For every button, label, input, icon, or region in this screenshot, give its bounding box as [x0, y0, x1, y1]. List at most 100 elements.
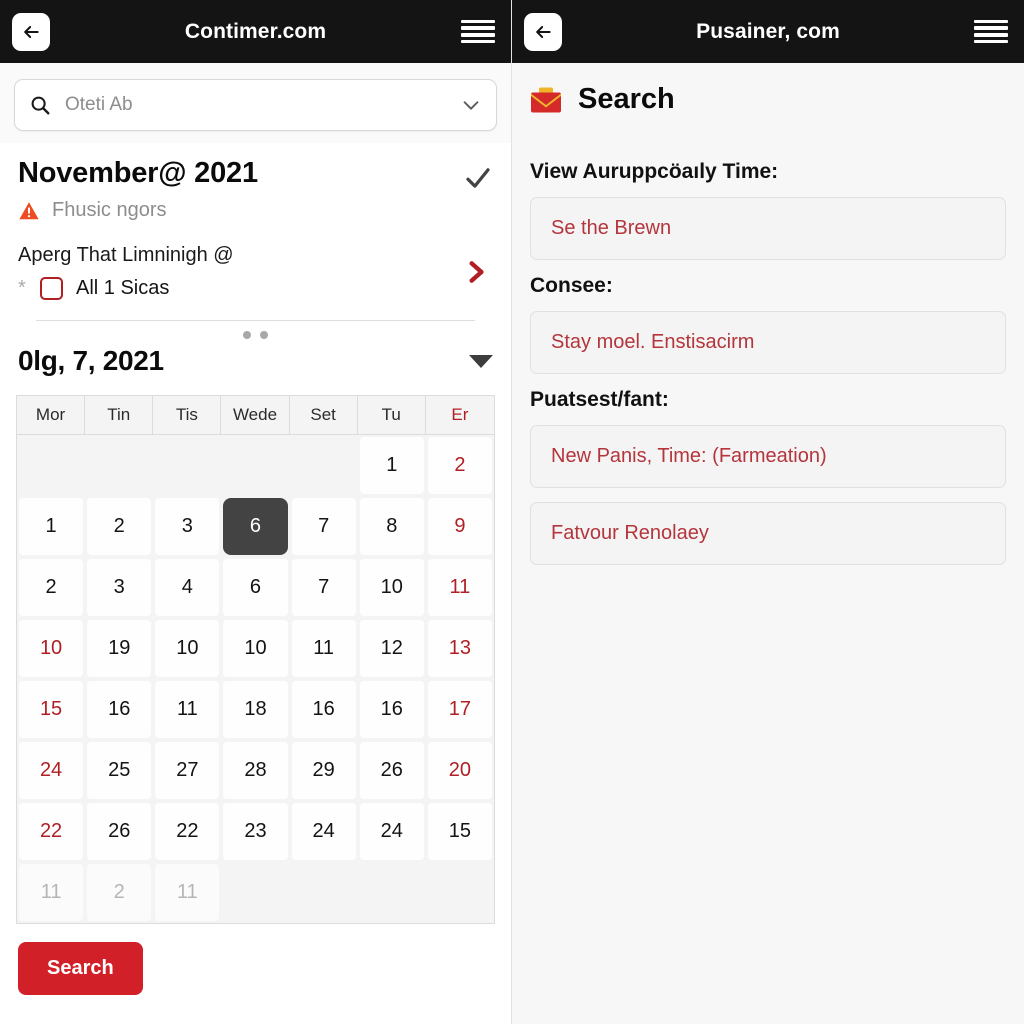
field-value-3[interactable]: Fatvour Renolaey [530, 502, 1006, 565]
calendar-day-cell[interactable]: 11 [291, 620, 356, 677]
sub-line: Aperg That Limninigh @ [18, 244, 234, 266]
arrow-left-icon [24, 25, 39, 38]
hamburger-menu-icon[interactable] [461, 19, 495, 44]
calendar-day-cell[interactable]: 27 [155, 742, 220, 799]
calendar-day-cell[interactable]: 2 [19, 559, 84, 616]
search-button-container: Search [0, 924, 511, 995]
calendar-day-cell[interactable]: 6 [223, 559, 288, 616]
calendar-day-cell[interactable]: 11 [155, 864, 220, 921]
calendar-day-cell[interactable]: 2 [87, 498, 152, 555]
chevron-down-icon[interactable] [460, 94, 482, 116]
calendar-day-cell[interactable]: 6 [223, 498, 288, 555]
right-topbar: Pusainer, com [512, 0, 1024, 63]
date-header-row[interactable]: 0lg, 7, 2021 [0, 341, 511, 377]
calendar-day-cell[interactable]: 26 [87, 803, 152, 860]
chevron-right-icon[interactable] [463, 259, 489, 285]
field-value-2[interactable]: New Panis, Time: (Farmeation) [530, 425, 1006, 488]
left-page-title: Contimer.com [184, 19, 327, 43]
left-panel: Contimer.com Oteti Ab November@ 2021 Fhu… [0, 0, 512, 1024]
calendar-day-cell[interactable]: 24 [359, 803, 424, 860]
calendar-weekday-4: Set [289, 396, 358, 435]
checkmark-icon[interactable] [463, 163, 493, 193]
warning-text: Fhusic ngors [52, 199, 167, 221]
field-label-0: View Auruppcöaıly Time: [530, 160, 779, 183]
calendar-day-cell[interactable]: 10 [19, 620, 84, 677]
sub-block[interactable]: Aperg That Limninigh @ * All 1 Sicas [18, 244, 493, 300]
calendar-day-cell[interactable]: 1 [359, 437, 424, 494]
calendar-day-cell[interactable]: 28 [223, 742, 288, 799]
envelope-icon [531, 87, 561, 112]
calendar-cell-empty [223, 864, 287, 921]
app-root: Contimer.com Oteti Ab November@ 2021 Fhu… [0, 0, 1024, 1024]
search-button[interactable]: Search [18, 942, 143, 995]
calendar-cell-empty [155, 437, 219, 494]
search-input[interactable]: Oteti Ab [14, 79, 497, 131]
calendar-day-cell[interactable]: 25 [87, 742, 152, 799]
field-value-0[interactable]: Se the Brewn [530, 197, 1006, 260]
calendar-day-cell[interactable]: 11 [427, 559, 492, 616]
calendar-day-cell[interactable]: 24 [19, 742, 84, 799]
calendar-day-cell[interactable]: 10 [223, 620, 288, 677]
calendar-day-cell[interactable]: 9 [427, 498, 492, 555]
calendar-day-cell[interactable]: 17 [427, 681, 492, 738]
calendar-cell-empty [292, 864, 356, 921]
checkbox-row[interactable]: * All 1 Sicas [18, 277, 443, 300]
calendar-day-cell[interactable]: 26 [359, 742, 424, 799]
calendar-day-cell[interactable]: 2 [87, 864, 152, 921]
calendar-day-cell[interactable]: 22 [155, 803, 220, 860]
field-label-2: Puatsest/fant: [530, 388, 669, 411]
calendar-day-cell[interactable]: 13 [427, 620, 492, 677]
calendar-day-cell[interactable]: 10 [359, 559, 424, 616]
dot-2[interactable] [260, 331, 268, 339]
back-button[interactable] [12, 12, 50, 51]
calendar-day-cell[interactable]: 1 [19, 498, 84, 555]
calendar-day-cell[interactable]: 23 [223, 803, 288, 860]
calendar-day-cell[interactable]: 12 [359, 620, 424, 677]
warning-row: Fhusic ngors [18, 199, 493, 222]
info-block: November@ 2021 Fhusic ngors Aperg That L… [0, 143, 511, 321]
calendar-day-cell[interactable]: 11 [19, 864, 84, 921]
calendar-cell-empty [428, 864, 492, 921]
field-value-1[interactable]: Stay moel. Enstisacirm [530, 311, 1006, 374]
calendar-day-cell[interactable]: 15 [427, 803, 492, 860]
calendar-day-cell[interactable]: 3 [155, 498, 220, 555]
calendar-day-cell[interactable]: 20 [427, 742, 492, 799]
back-button-right[interactable] [524, 12, 562, 51]
right-page-title: Pusainer, com [696, 19, 840, 43]
calendar-day-cell[interactable]: 7 [291, 559, 356, 616]
calendar-day-cell[interactable]: 16 [87, 681, 152, 738]
calendar-day-cell[interactable]: 16 [359, 681, 424, 738]
calendar-day-cell[interactable]: 15 [19, 681, 84, 738]
calendar-weekday-0: Mor [17, 396, 86, 435]
search-input-value: Oteti Ab [65, 94, 133, 115]
calendar-day-cell[interactable]: 11 [155, 681, 220, 738]
calendar-weekday-5: Tu [357, 396, 426, 435]
calendar-day-cell[interactable]: 18 [223, 681, 288, 738]
hamburger-menu-icon-right[interactable] [974, 19, 1008, 44]
info-title-row: November@ 2021 [18, 157, 493, 193]
calendar-day-cell[interactable]: 3 [87, 559, 152, 616]
calendar-day-grid[interactable]: 1 2 1 2 3 6 7 8 9 2 3 4 6 7 10 11 10 19 10 10 11 12 13 15 16 11 18… [17, 435, 494, 923]
calendar-day-cell[interactable]: 2 [427, 437, 492, 494]
calendar-day-cell[interactable]: 19 [87, 620, 152, 677]
calendar-day-cell[interactable]: 10 [155, 620, 220, 677]
left-topbar: Contimer.com [0, 0, 511, 63]
pagination-dots[interactable] [0, 321, 511, 341]
caret-down-icon[interactable] [469, 354, 493, 368]
calendar-day-cell[interactable]: 29 [291, 742, 356, 799]
calendar-day-cell[interactable]: 16 [291, 681, 356, 738]
calendar-day-cell[interactable]: 22 [19, 803, 84, 860]
calendar-cell-empty [360, 864, 424, 921]
calendar-day-cell[interactable]: 7 [291, 498, 356, 555]
right-fields-container: View Auruppcöaıly Time: Se the Brewn Conse… [512, 132, 1024, 565]
section-divider [36, 320, 475, 321]
calendar-day-cell[interactable]: 8 [359, 498, 424, 555]
calendar-cell-empty [87, 437, 151, 494]
calendar-day-cell[interactable]: 4 [155, 559, 220, 616]
arrow-left-icon [536, 25, 551, 38]
calendar-day-cell[interactable]: 24 [291, 803, 356, 860]
dot-1[interactable] [243, 331, 251, 339]
calendar-weekday-header: Mor Tin Tis Wede Set Tu Er [17, 396, 494, 435]
required-asterisk: * [18, 277, 26, 299]
all-items-checkbox[interactable] [40, 277, 63, 300]
